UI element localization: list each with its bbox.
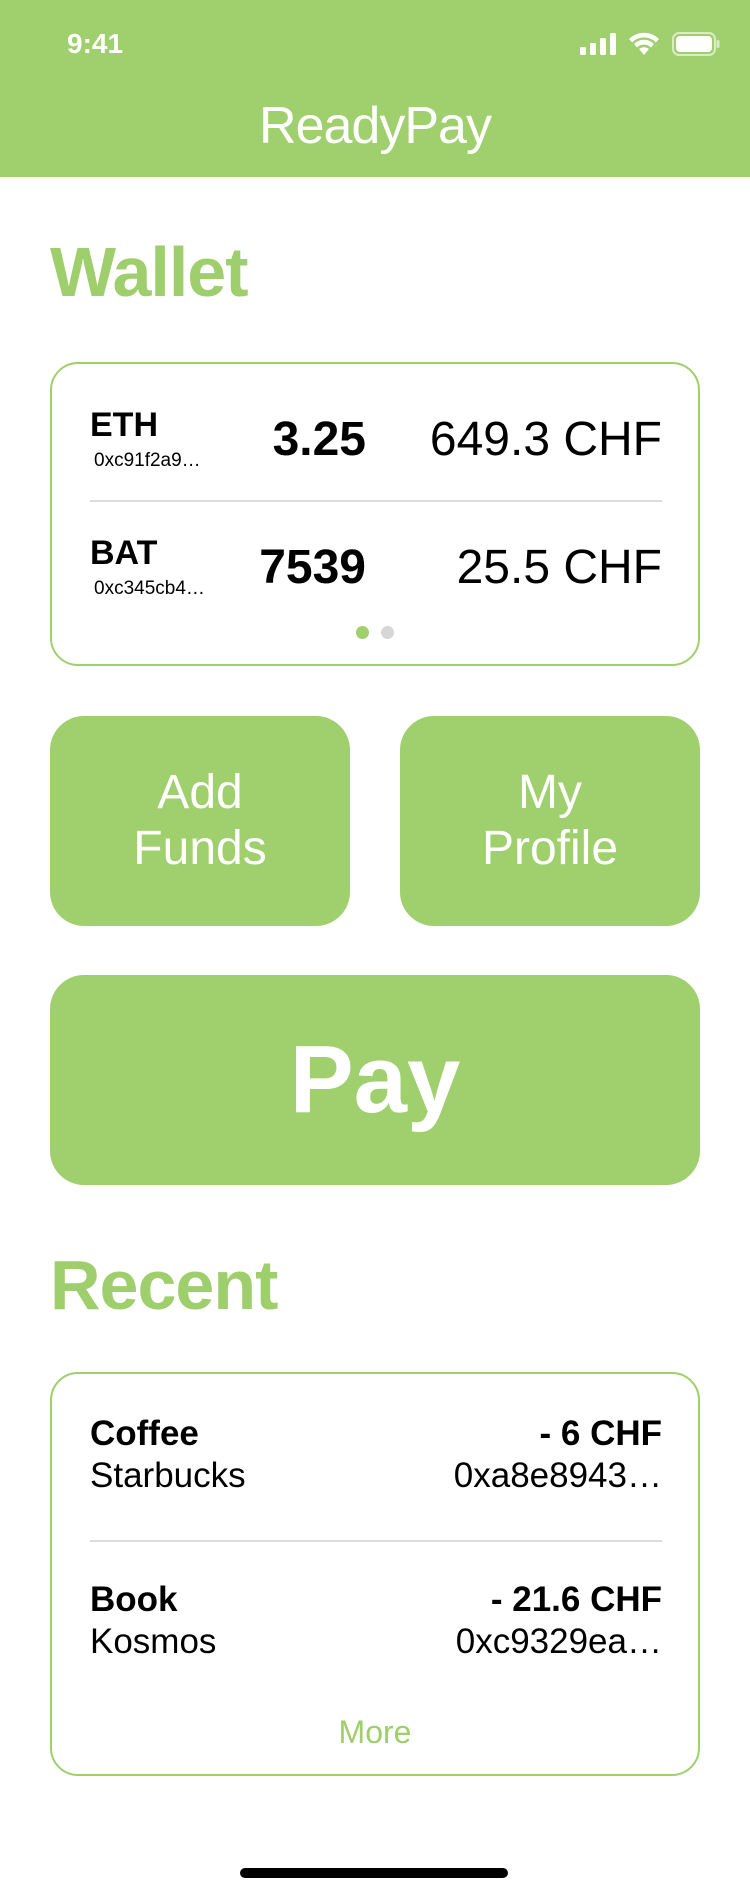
divider [90, 1540, 662, 1542]
status-icons [580, 32, 720, 61]
asset-address: 0xc345cb4… [94, 578, 205, 599]
transaction-row[interactable]: Coffee Starbucks - 6 CHF 0xa8e8943… [90, 1414, 662, 1504]
pay-button[interactable]: Pay [50, 975, 700, 1185]
asset-amount: 3.25 [272, 413, 366, 466]
home-indicator[interactable] [240, 1868, 508, 1878]
transaction-hash: 0xa8e8943… [453, 1456, 662, 1495]
asset-row-bat[interactable]: BAT 0xc345cb4… 7539 25.5 CHF [90, 534, 662, 624]
asset-row-eth[interactable]: ETH 0xc91f2a9… 3.25 649.3 CHF [90, 406, 662, 496]
more-link[interactable]: More [52, 1714, 698, 1751]
divider [90, 500, 662, 502]
battery-icon [672, 32, 720, 61]
my-profile-label-line2: Profile [481, 822, 619, 875]
transaction-amount: - 6 CHF [539, 1414, 663, 1453]
page-dot[interactable] [381, 626, 394, 639]
wallet-title: Wallet [50, 233, 249, 311]
asset-symbol: BAT [90, 534, 158, 572]
asset-amount: 7539 [259, 541, 366, 594]
transaction-merchant: Kosmos [90, 1622, 217, 1661]
add-funds-button[interactable]: Add Funds [50, 716, 350, 926]
recent-title: Recent [50, 1246, 278, 1324]
my-profile-button[interactable]: My Profile [400, 716, 700, 926]
app-title: ReadyPay [259, 97, 492, 155]
signal-icon [580, 33, 616, 60]
asset-address: 0xc91f2a9… [94, 450, 201, 471]
asset-fiat-value: 25.5 CHF [456, 541, 662, 594]
recent-card: Coffee Starbucks - 6 CHF 0xa8e8943… Book… [50, 1372, 700, 1776]
page-dot-active[interactable] [356, 626, 369, 639]
asset-symbol: ETH [90, 406, 158, 444]
transaction-title: Book [90, 1580, 178, 1619]
app-header: 9:41 ReadyPay [0, 0, 750, 177]
add-funds-label-line2: Funds [133, 822, 267, 875]
my-profile-label-line1: My [518, 766, 582, 819]
add-funds-label-line1: Add [157, 766, 243, 819]
pay-button-label: Pay [289, 1026, 461, 1133]
transaction-hash: 0xc9329ea… [455, 1622, 662, 1661]
wallet-card[interactable]: ETH 0xc91f2a9… 3.25 649.3 CHF BAT 0xc345… [50, 362, 700, 666]
asset-fiat-value: 649.3 CHF [429, 413, 662, 466]
wifi-icon [628, 32, 660, 61]
transaction-title: Coffee [90, 1414, 199, 1453]
status-time: 9:41 [67, 28, 124, 59]
page-indicator[interactable] [52, 626, 698, 639]
transaction-row[interactable]: Book Kosmos - 21.6 CHF 0xc9329ea… [90, 1580, 662, 1670]
transaction-merchant: Starbucks [90, 1456, 246, 1495]
transaction-amount: - 21.6 CHF [490, 1580, 662, 1619]
